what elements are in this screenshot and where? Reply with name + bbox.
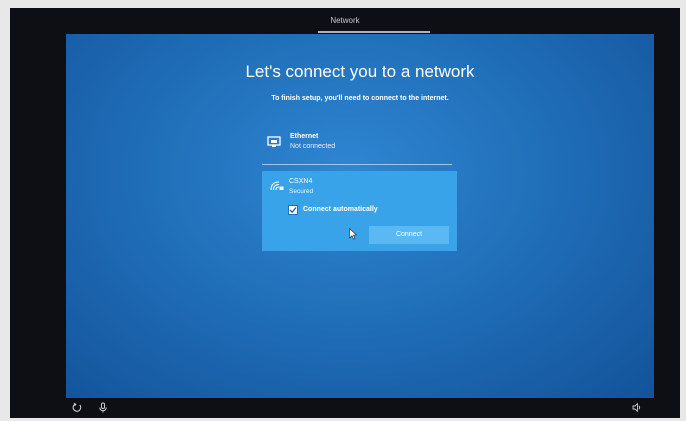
checkmark-icon <box>289 207 297 214</box>
mouse-pointer-icon <box>349 228 357 240</box>
setup-screen: Let's connect you to a network To finish… <box>66 34 654 398</box>
ethernet-name: Ethernet <box>290 133 319 140</box>
ethernet-icon <box>267 136 281 147</box>
connect-automatically-label[interactable]: Connect automatically <box>303 206 378 213</box>
connect-automatically-checkbox[interactable] <box>288 205 298 215</box>
page-title: Let's connect you to a network <box>245 62 475 81</box>
wifi-status: Secured <box>289 188 314 195</box>
microphone-icon[interactable] <box>98 402 108 413</box>
oobe-top-bar: Network <box>10 8 680 34</box>
wifi-secured-icon <box>270 181 284 191</box>
bottom-bar <box>10 398 680 418</box>
connect-button[interactable]: Connect <box>369 226 449 244</box>
network-list-divider <box>262 164 452 165</box>
monitor-frame: Network Let's connect you to a network T… <box>10 8 680 418</box>
ethernet-status: Not connected <box>290 143 336 150</box>
network-item-wifi[interactable]: CSXN4 Secured Connect automatically Conn… <box>262 171 457 251</box>
ease-of-access-icon[interactable] <box>72 402 82 413</box>
network-item-ethernet[interactable]: Ethernet Not connected <box>262 130 452 154</box>
page-subtitle: To finish setup, you'll need to connect … <box>271 95 449 102</box>
wifi-name: CSXN4 <box>289 178 313 185</box>
volume-icon[interactable] <box>632 402 642 413</box>
section-indicator <box>318 31 430 33</box>
section-title: Network <box>330 16 360 25</box>
